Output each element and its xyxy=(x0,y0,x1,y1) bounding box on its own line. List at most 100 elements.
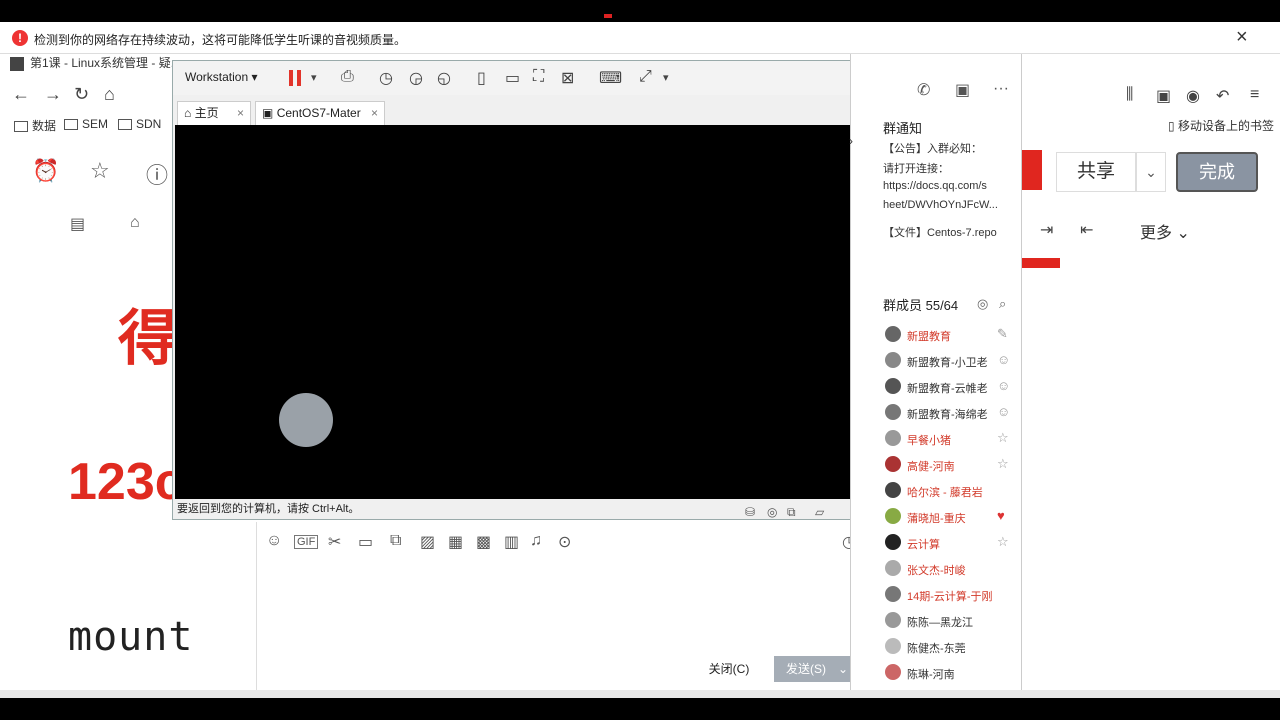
close-chat-button[interactable]: 关闭(C) xyxy=(700,656,758,682)
search-icon[interactable]: ⌕ xyxy=(999,296,1006,312)
avatar xyxy=(885,586,901,602)
scrollbar-track[interactable] xyxy=(0,690,1280,698)
share-button[interactable]: 共享 xyxy=(1056,152,1136,192)
star-icon[interactable]: ☆ xyxy=(90,158,110,184)
revert-snapshot-icon[interactable]: ◶ xyxy=(409,68,423,88)
member-row[interactable]: 高健-河南 ☆ xyxy=(885,456,1015,474)
library-icon[interactable]: ▯ xyxy=(477,68,486,88)
lock-icon[interactable]: ⌂ xyxy=(130,214,140,232)
back-icon[interactable]: ← xyxy=(12,84,30,105)
pause-icon[interactable] xyxy=(289,70,303,86)
tab-title: 第1课 - Linux系统管理 - 疑... xyxy=(30,56,181,70)
close-icon[interactable]: × xyxy=(371,102,378,124)
folder-icon xyxy=(14,121,28,133)
account-icon[interactable]: ◉ xyxy=(1186,86,1200,106)
member-row[interactable]: 陈健杰-东莞 xyxy=(885,638,1015,656)
cd-icon[interactable]: ◎ xyxy=(767,502,777,522)
vmware-toolbar: Workstation ▾ ▾ ⎙ ◷ ◶ ◵ ▯ ▭ ⛶ ⊠ ⌨ ⤢ ▾ xyxy=(173,61,851,95)
library-icon[interactable]: ⫼ xyxy=(1126,86,1133,104)
close-icon[interactable]: × xyxy=(237,102,244,124)
member-row[interactable]: 哈尔滨 - 藤君岩 xyxy=(885,482,1015,500)
avatar xyxy=(885,508,901,524)
member-row[interactable]: 张文杰-时峻 xyxy=(885,560,1015,578)
info-icon[interactable]: ⓘ xyxy=(146,158,168,190)
gift-icon[interactable]: ▩ xyxy=(476,532,491,552)
more-icon[interactable]: ⊙ xyxy=(558,532,571,552)
red-indicator xyxy=(604,14,612,18)
vm-console-screen[interactable] xyxy=(175,125,851,499)
chevron-down-icon[interactable]: ⌄ xyxy=(1136,152,1166,192)
home-icon[interactable]: ⌂ xyxy=(104,84,115,105)
tab-label: CentOS7-Mater xyxy=(276,106,361,120)
red-mark xyxy=(1020,258,1060,268)
member-settings-icon[interactable]: ◎ xyxy=(977,296,988,312)
chevron-down-icon[interactable]: ▾ xyxy=(663,71,669,84)
close-icon[interactable]: × xyxy=(1236,26,1248,49)
message-icon[interactable]: ▱ xyxy=(815,502,824,522)
sidebar-icon[interactable]: ▣ xyxy=(1156,86,1171,106)
emoji-icon[interactable]: ☺ xyxy=(266,532,282,550)
bookmark-item[interactable]: SEM xyxy=(64,117,108,131)
image-icon[interactable]: ▨ xyxy=(420,532,435,552)
send-button[interactable]: 发送(S) ⌄ xyxy=(774,656,856,682)
scissors-icon[interactable]: ✂ xyxy=(328,532,341,552)
alarm-icon[interactable]: ⏰ xyxy=(32,158,59,184)
member-row[interactable]: 新盟教育 ✎ xyxy=(885,326,1015,344)
member-row[interactable]: 陈陈—黑龙江 xyxy=(885,612,1015,630)
stretch-icon[interactable]: ⤢ xyxy=(639,68,652,86)
gif-icon[interactable]: GIF xyxy=(294,535,319,549)
bookmark-item[interactable]: 数据 xyxy=(14,117,56,134)
member-row[interactable]: 14期-云计算-于刚 xyxy=(885,586,1015,604)
more-icon[interactable]: ··· xyxy=(993,80,1009,98)
chat-input-area[interactable] xyxy=(256,522,850,690)
workstation-menu[interactable]: Workstation ▾ xyxy=(185,70,258,84)
bell-icon[interactable]: ♫ xyxy=(530,532,542,550)
notice-link[interactable]: heet/DWVhOYnJFcW... xyxy=(883,199,998,211)
chat-bubble-icon[interactable]: ▣ xyxy=(955,80,970,100)
unity-icon[interactable]: ⊠ xyxy=(561,68,574,88)
folder-icon[interactable]: ▭ xyxy=(358,532,373,552)
thumbnail-icon[interactable]: ▭ xyxy=(505,68,520,88)
forward-icon[interactable]: → xyxy=(44,84,62,105)
manage-snapshot-icon[interactable]: ◵ xyxy=(437,68,451,88)
more-menu[interactable]: 更多 ⌄ xyxy=(1140,219,1190,243)
scroll-handle[interactable]: › xyxy=(849,134,853,148)
outdent-icon[interactable]: ⇤ xyxy=(1080,220,1093,240)
browser-tab[interactable]: 第1课 - Linux系统管理 - 疑... xyxy=(10,54,181,74)
tab-centos7[interactable]: ▣ CentOS7-Mater × xyxy=(255,101,385,125)
undo-icon[interactable]: ↶ xyxy=(1216,86,1229,106)
member-row[interactable]: 云计算 ☆ xyxy=(885,534,1015,552)
console-icon[interactable]: ⌨ xyxy=(599,68,622,88)
member-row[interactable]: 新盟教育-海绵老 ☺ xyxy=(885,404,1015,422)
network-icon[interactable]: ⧉ xyxy=(787,502,796,522)
menu-icon[interactable]: ≡ xyxy=(1250,86,1259,104)
done-button[interactable]: 完成 xyxy=(1176,152,1258,192)
calendar-icon[interactable]: ▦ xyxy=(448,532,463,552)
fullscreen-icon[interactable]: ⛶ xyxy=(533,68,544,86)
screen-icon[interactable]: ⧉ xyxy=(390,532,401,550)
doc-icon[interactable]: ▤ xyxy=(70,214,85,234)
tab-home[interactable]: ⌂ 主页 × xyxy=(177,101,251,125)
mobile-bookmarks[interactable]: ▯ 移动设备上的书签 xyxy=(1168,117,1274,134)
member-row[interactable]: 早餐小猪 ☆ xyxy=(885,430,1015,448)
notice-line: 请打开连接： xyxy=(883,163,949,175)
note-icon[interactable]: ▥ xyxy=(504,532,519,552)
bookmark-item[interactable]: SDN xyxy=(118,117,161,131)
send-label: 发送(S) xyxy=(786,662,826,676)
member-name: 早餐小猪 xyxy=(907,435,951,447)
hdd-icon[interactable]: ⛁ xyxy=(745,502,755,522)
chevron-down-icon[interactable]: ▾ xyxy=(311,71,317,84)
reload-icon[interactable]: ↻ xyxy=(74,84,89,105)
notice-link[interactable]: https://docs.qq.com/s xyxy=(883,180,987,192)
notice-file[interactable]: 【文件】Centos-7.repo xyxy=(883,224,997,240)
member-row[interactable]: 陈琳-河南 xyxy=(885,664,1015,682)
phone-icon[interactable]: ✆ xyxy=(917,80,930,100)
member-row[interactable]: 新盟教育-云帷老 ☺ xyxy=(885,378,1015,396)
member-row[interactable]: 新盟教育-小卫老 ☺ xyxy=(885,352,1015,370)
send-keys-icon[interactable]: ⎙ xyxy=(341,68,354,86)
member-name: 张文杰-时峻 xyxy=(907,565,966,577)
indent-icon[interactable]: ⇥ xyxy=(1040,220,1053,240)
snapshot-icon[interactable]: ◷ xyxy=(379,68,393,88)
red-button-edge[interactable] xyxy=(1022,150,1042,190)
member-row[interactable]: 蒲晓旭-重庆 ♥ xyxy=(885,508,1015,526)
